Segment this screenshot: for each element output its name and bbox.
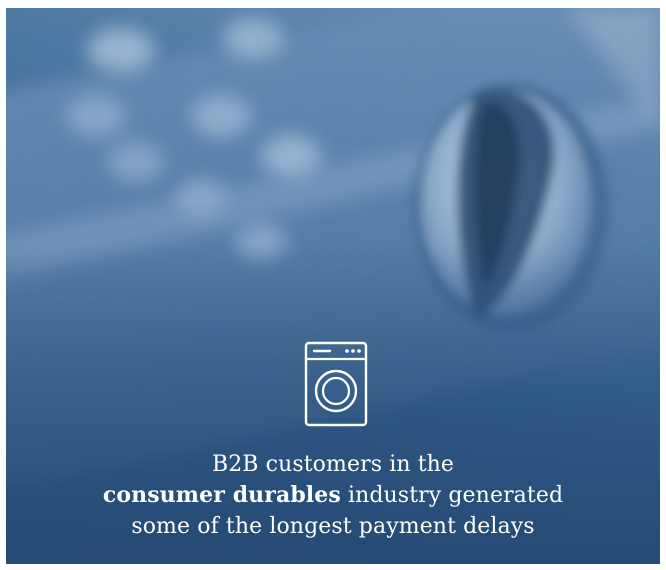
washing-machine-icon xyxy=(304,341,368,427)
caption-line-2: consumer durables industry generated xyxy=(6,480,660,511)
hero-card: B2B customers in the consumer durables i… xyxy=(6,8,660,564)
caption: B2B customers in the consumer durables i… xyxy=(6,449,660,542)
caption-line-3: some of the longest payment delays xyxy=(131,514,535,539)
caption-highlight: consumer durables xyxy=(102,482,341,508)
caption-line-2-rest: industry generated xyxy=(340,483,564,508)
caption-line-1: B2B customers in the xyxy=(211,452,455,477)
